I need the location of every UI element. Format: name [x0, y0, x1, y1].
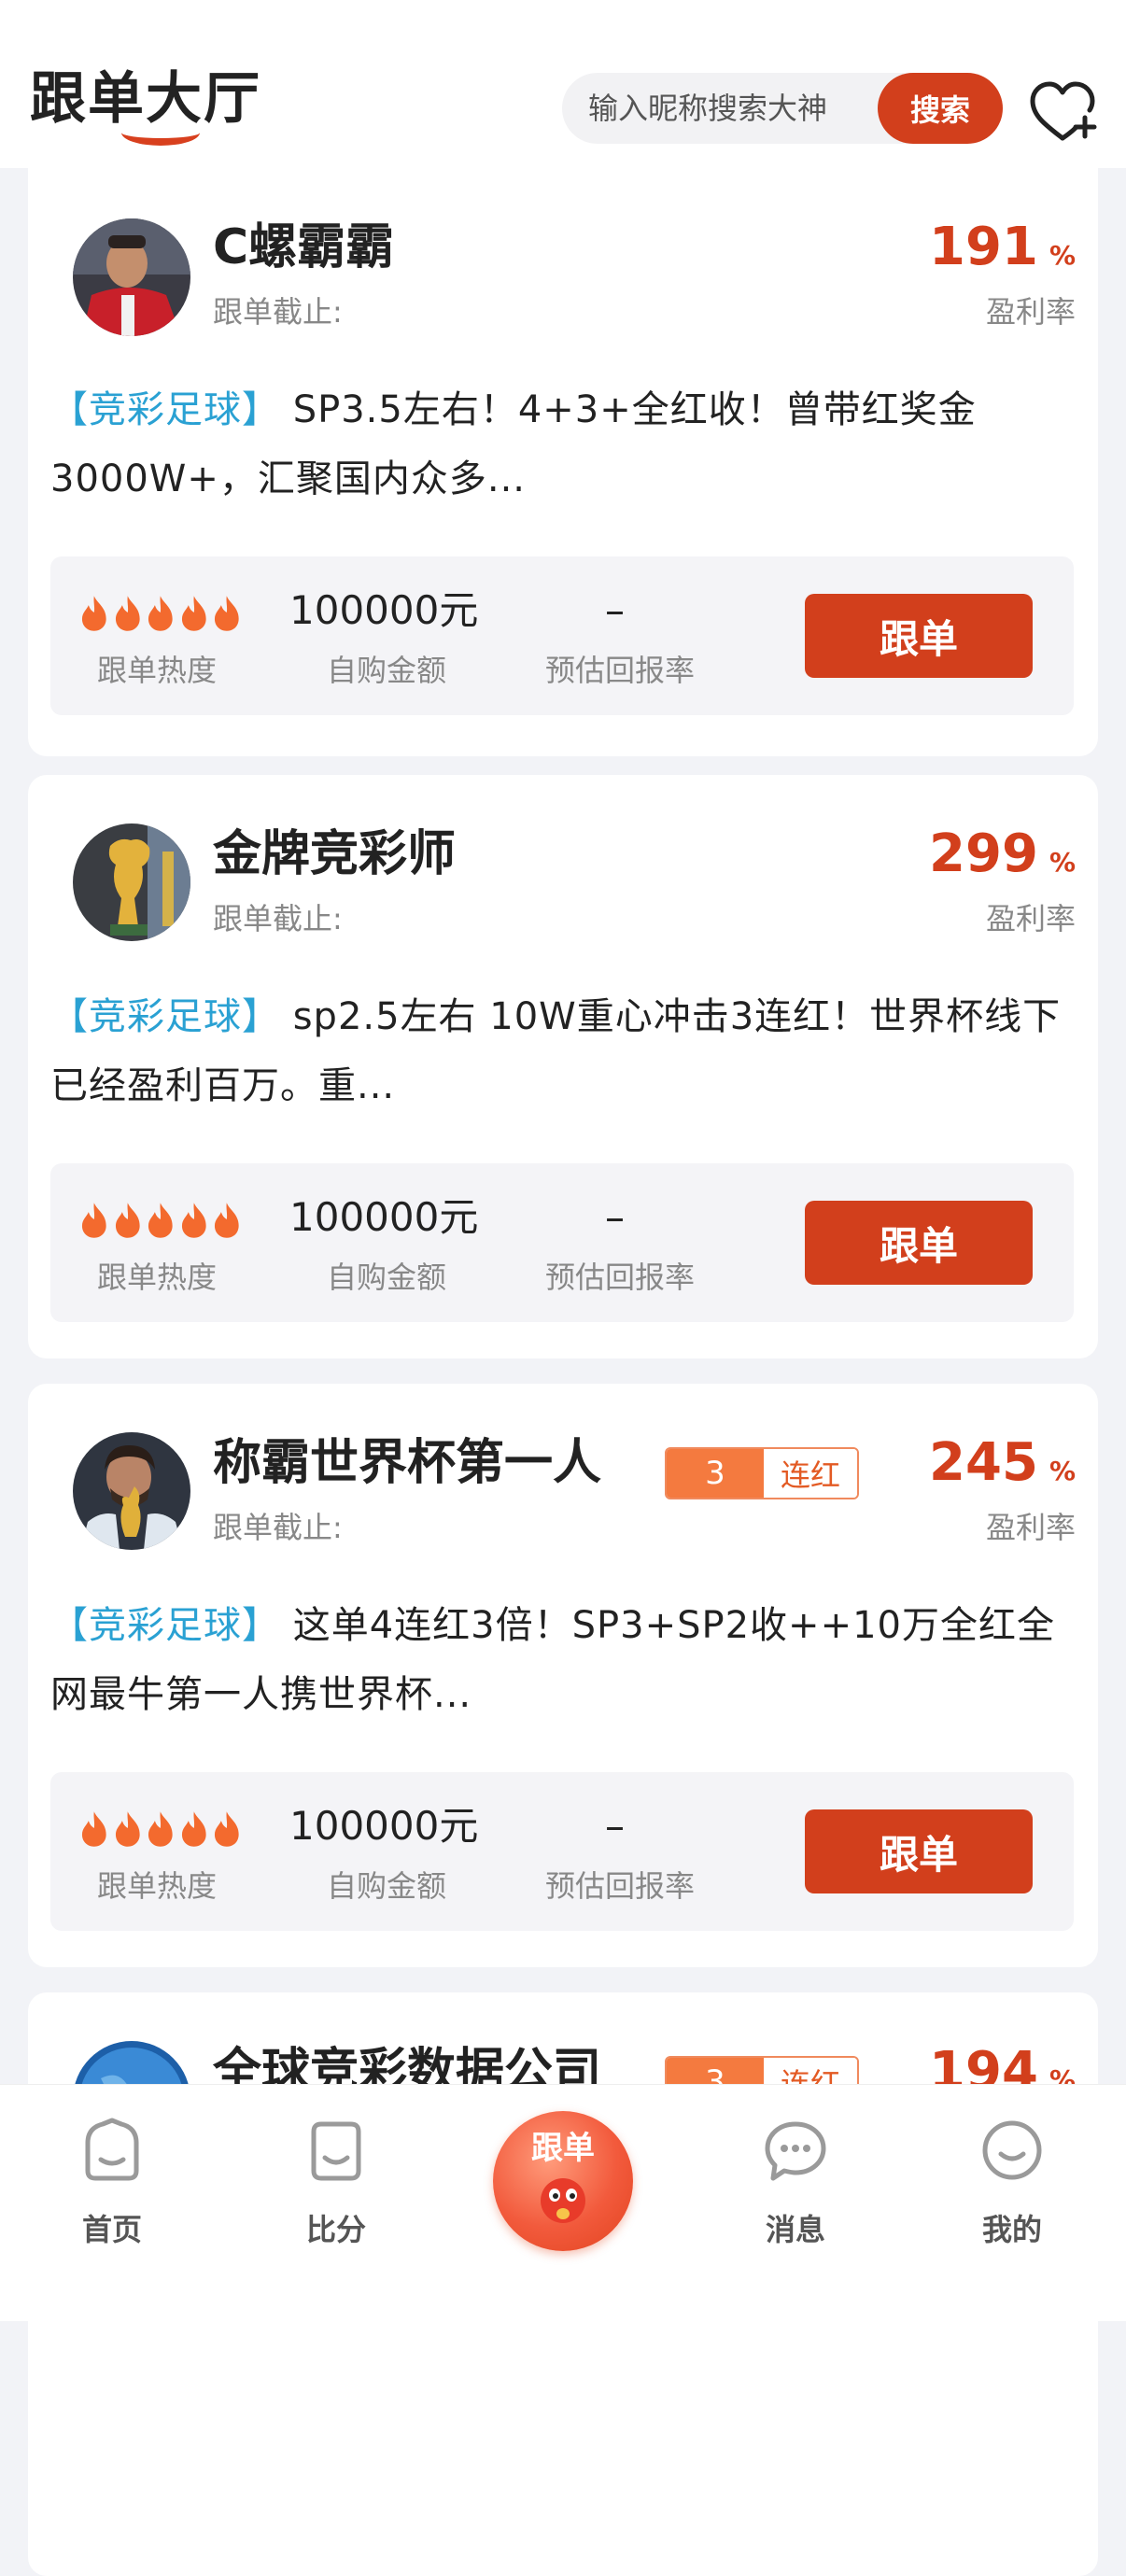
profit-rate: 245% [929, 1432, 1076, 1494]
flame-icon [215, 1203, 240, 1238]
avatar [73, 1432, 190, 1550]
search-input[interactable] [586, 73, 866, 144]
tipster-card[interactable]: C螺霸霸 跟单截止: 191% 盈利率 【竞彩足球】 SP3.5左右！4+3+全… [28, 168, 1098, 756]
deadline-label: 跟单截止: [213, 1510, 343, 1545]
nav-score[interactable]: 比分 [261, 2085, 411, 2272]
streak-count: 3 [667, 1449, 764, 1498]
profit-rate-value: 191 [929, 217, 1038, 277]
category-tag: 【竞彩足球】 [50, 388, 280, 431]
profit-rate-unit: % [1049, 1456, 1076, 1486]
heat-flames [78, 1809, 243, 1851]
tip-description[interactable]: 【竞彩足球】 sp2.5左右 10W重心冲击3连红！世界杯线下已经盈利百万。重.… [50, 982, 1077, 1120]
return-value: – [605, 1803, 625, 1849]
score-icon [311, 2121, 361, 2181]
return-value: – [605, 1194, 625, 1240]
return-value: – [605, 587, 625, 633]
return-label: 预估回报率 [545, 653, 696, 688]
flame-icon [115, 596, 140, 631]
flame-icon [181, 1811, 206, 1847]
category-tag: 【竞彩足球】 [50, 1604, 280, 1647]
amount-label: 自购金额 [327, 1868, 447, 1904]
deadline-label: 跟单截止: [213, 294, 343, 330]
heat-flames [78, 1201, 243, 1242]
amount-value: 100000元 [289, 1803, 479, 1849]
amount-value: 100000元 [289, 587, 479, 633]
profit-rate: 299% [929, 823, 1076, 885]
follow-button[interactable]: 跟单 [805, 1201, 1033, 1285]
flame-icon [148, 596, 173, 631]
profit-rate-label: 盈利率 [985, 1510, 1076, 1545]
nav-follow-center[interactable]: 跟单 [493, 2111, 633, 2251]
heat-label: 跟单热度 [97, 1260, 218, 1295]
avatar [73, 823, 190, 941]
profit-rate-unit: % [1049, 847, 1076, 878]
profit-rate-label: 盈利率 [985, 901, 1076, 936]
flame-icon [81, 1203, 106, 1238]
amount-value: 100000元 [289, 1194, 479, 1240]
amount-label: 自购金额 [327, 1260, 447, 1295]
flame-icon [181, 596, 206, 631]
profile-icon [982, 2120, 1042, 2180]
profit-rate-unit: % [1049, 240, 1076, 271]
flame-icon [81, 1811, 106, 1847]
message-icon [765, 2121, 826, 2181]
heat-label: 跟单热度 [97, 653, 218, 688]
nav-home-label: 首页 [81, 2212, 142, 2247]
flame-icon [115, 1811, 140, 1847]
flame-icon [81, 596, 106, 631]
avatar [73, 218, 190, 336]
home-icon [85, 2118, 139, 2181]
profit-rate: 191% [929, 217, 1076, 278]
profit-rate-label: 盈利率 [985, 294, 1076, 330]
app-header: 跟单大厅 搜索 [0, 0, 1126, 168]
tipster-card[interactable]: 称霸世界杯第一人 3 连红 跟单截止: 245% 盈利率 【竞彩足球】 这单4连… [28, 1384, 1098, 1967]
nav-score-label: 比分 [305, 2212, 366, 2247]
flame-icon [148, 1203, 173, 1238]
stats-panel: 跟单热度 100000元 自购金额 – 预估回报率 跟单 [50, 1163, 1074, 1322]
tipster-name[interactable]: C螺霸霸 [213, 213, 394, 282]
flame-icon [215, 1811, 240, 1847]
heat-label: 跟单热度 [97, 1868, 218, 1904]
follow-button[interactable]: 跟单 [805, 594, 1033, 678]
heat-flames [78, 594, 243, 635]
deadline-label: 跟单截止: [213, 901, 343, 936]
nav-center-label: 跟单 [531, 2130, 595, 2167]
amount-label: 自购金额 [327, 653, 447, 688]
tipster-card[interactable]: 金牌竞彩师 跟单截止: 299% 盈利率 【竞彩足球】 sp2.5左右 10W重… [28, 775, 1098, 1358]
favorite-add-icon[interactable] [1025, 75, 1100, 149]
tip-description[interactable]: 【竞彩足球】 这单4连红3倍！SP3+SP2收++10万全红全网最牛第一人携世界… [50, 1591, 1077, 1729]
flame-icon [215, 596, 240, 631]
return-label: 预估回报率 [545, 1260, 696, 1295]
bottom-nav: 首页 比分 跟单 消息 我的 [0, 2084, 1126, 2321]
flame-icon [148, 1811, 173, 1847]
nav-mine[interactable]: 我的 [937, 2085, 1087, 2272]
profit-rate-value: 245 [929, 1432, 1038, 1493]
search-box: 搜索 [562, 73, 1003, 144]
follow-button[interactable]: 跟单 [805, 1809, 1033, 1893]
mascot-icon [541, 2178, 585, 2223]
category-tag: 【竞彩足球】 [50, 995, 280, 1038]
flame-icon [115, 1203, 140, 1238]
return-label: 预估回报率 [545, 1868, 696, 1904]
logo-smile-icon [121, 120, 200, 146]
search-button[interactable]: 搜索 [878, 73, 1003, 144]
nav-mine-label: 我的 [981, 2212, 1042, 2247]
tipster-name[interactable]: 金牌竞彩师 [213, 820, 456, 889]
nav-messages-label: 消息 [765, 2212, 825, 2247]
stats-panel: 跟单热度 100000元 自购金额 – 预估回报率 跟单 [50, 1772, 1074, 1931]
stats-panel: 跟单热度 100000元 自购金额 – 预估回报率 跟单 [50, 556, 1074, 715]
streak-label: 连红 [764, 1449, 857, 1498]
nav-home[interactable]: 首页 [37, 2085, 187, 2272]
nav-messages[interactable]: 消息 [721, 2085, 870, 2272]
streak-badge: 3 连红 [665, 1447, 859, 1499]
tipster-name[interactable]: 称霸世界杯第一人 [213, 1429, 601, 1498]
flame-icon [181, 1203, 206, 1238]
profit-rate-value: 299 [929, 823, 1038, 884]
tip-description[interactable]: 【竞彩足球】 SP3.5左右！4+3+全红收！曾带红奖金3000W+，汇聚国内众… [50, 375, 1077, 514]
